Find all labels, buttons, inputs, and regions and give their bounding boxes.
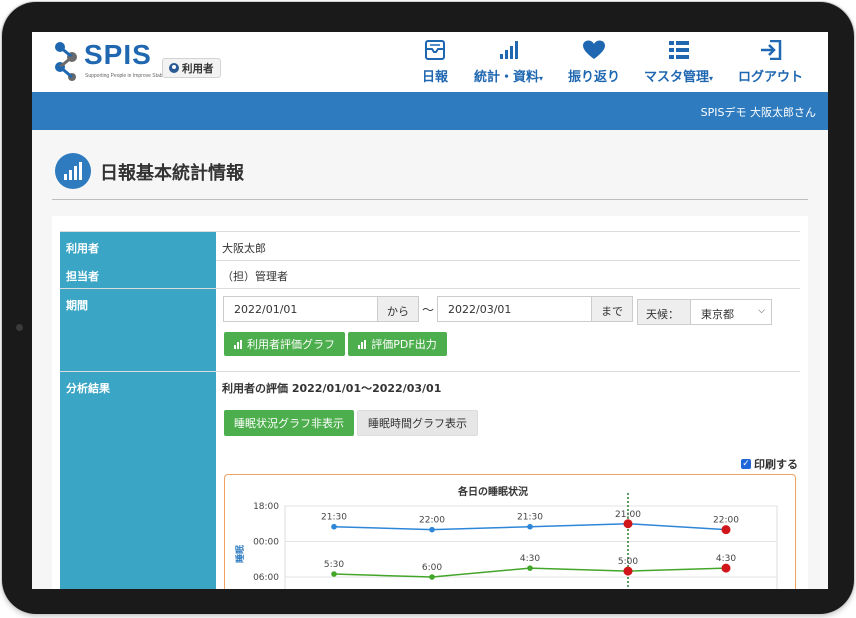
chevron-down-icon: ▾ — [539, 74, 544, 83]
chart-data-label: 4:30 — [520, 554, 540, 564]
nav-statistics-label: 統計・資料 — [474, 70, 540, 85]
date-from-input[interactable]: 2022/01/01 — [223, 296, 378, 322]
to-addon: まで — [591, 296, 633, 322]
hide-sleep-graph-label: 睡眠状況グラフ非表示 — [234, 417, 344, 430]
user-evaluation-graph-button[interactable]: 利用者評価グラフ — [224, 332, 345, 356]
bar-chart-icon — [499, 41, 518, 59]
weather-select[interactable]: 東京都 ⌵ — [690, 299, 772, 325]
screen: SPIS Supporting People in Improve Stabil… — [32, 32, 828, 589]
date-to-input[interactable]: 2022/03/01 — [437, 296, 592, 322]
heart-icon — [583, 40, 605, 59]
chart-data-point — [721, 563, 731, 573]
show-sleep-time-graph-button[interactable]: 睡眠時間グラフ表示 — [357, 410, 478, 436]
spis-logo[interactable]: SPIS Supporting People in Improve Stabil… — [50, 39, 180, 85]
staff-value: （担）管理者 — [222, 270, 288, 283]
user-role-label: 利用者 — [182, 62, 214, 75]
chart-data-label: 21:30 — [517, 513, 543, 523]
hide-sleep-graph-button[interactable]: 睡眠状況グラフ非表示 — [224, 410, 354, 436]
evaluation-pdf-label: 評価PDF出力 — [371, 338, 437, 351]
from-addon: から — [377, 296, 419, 322]
weather-value: 東京都 — [701, 308, 734, 321]
chart-y-axis-label: 睡眠 — [234, 545, 246, 563]
nav-daily-report[interactable]: 日報 — [422, 40, 448, 85]
list-icon — [668, 41, 689, 59]
analysis-heading: 利用者の評価 2022/01/01～2022/03/01 — [222, 382, 442, 395]
daily-report-icon — [425, 40, 445, 60]
logout-icon — [760, 40, 781, 60]
logo-mark-icon — [55, 42, 77, 81]
nav-logout[interactable]: ログアウト — [738, 40, 803, 85]
chart-y-tick-label: 00:00 — [253, 538, 279, 548]
evaluation-pdf-button[interactable]: 評価PDF出力 — [348, 332, 447, 356]
chart-data-point — [331, 571, 337, 577]
staff-label: 担当者 — [60, 260, 216, 288]
app-header: SPIS Supporting People in Improve Stabil… — [32, 32, 828, 92]
nav-logout-label: ログアウト — [738, 70, 804, 85]
user-info-bar: SPISデモ 大阪太郎さん — [32, 92, 828, 130]
chart-data-point — [429, 526, 435, 533]
nav-review[interactable]: 振り返り — [568, 40, 620, 85]
row-staff: 担当者 （担）管理者 — [60, 260, 800, 289]
page-title: 日報基本統計情報 — [100, 163, 244, 184]
camera-dot — [16, 324, 23, 331]
bar-chart-icon — [234, 339, 244, 349]
chart-data-label: 5:30 — [324, 560, 344, 570]
row-analysis: 分析結果 利用者の評価 2022/01/01～2022/03/01 睡眠状況グラ… — [60, 372, 800, 589]
chart-data-label: 6:00 — [422, 563, 442, 573]
chart-data-point — [623, 519, 633, 529]
print-label: 印刷する — [754, 458, 798, 471]
user-value: 大阪太郎 — [222, 242, 266, 255]
nav-daily-report-label: 日報 — [422, 70, 449, 85]
user-evaluation-graph-label: 利用者評価グラフ — [247, 338, 335, 351]
logo-text: SPIS — [84, 39, 152, 70]
chart-data-label: 22:00 — [419, 516, 445, 526]
chart-data-label: 4:30 — [716, 554, 736, 564]
sleep-chart-panel: 各日の睡眠状況 18:00 00:00 06:00 睡眠 21:30 22:00 21:30… — [224, 474, 796, 589]
chart-data-label: 5:00 — [618, 557, 638, 567]
row-period: 期間 2022/01/01 から ～ 2022/03/01 まで 天候： 東京都… — [60, 289, 800, 372]
show-sleep-time-graph-label: 睡眠時間グラフ表示 — [368, 417, 467, 430]
statistics-title-icon — [55, 153, 91, 189]
chart-data-point — [429, 574, 435, 580]
chart-data-point — [623, 566, 633, 576]
logo-tagline: Supporting People in Improve Stability — [85, 73, 170, 79]
nav-master-label: マスタ管理 — [644, 70, 710, 85]
nav-master[interactable]: マスタ管理▾ — [644, 40, 713, 85]
chart-y-tick-label: 18:00 — [253, 502, 279, 512]
bar-chart-icon — [358, 339, 368, 349]
chart-data-label: 21:30 — [321, 513, 347, 523]
nav-review-label: 振り返り — [568, 70, 621, 85]
print-checkbox[interactable]: ✓ 印刷する — [741, 456, 798, 472]
check-icon: ✓ — [741, 459, 751, 469]
sleep-status-chart: 18:00 00:00 06:00 睡眠 21:30 22:00 21:30 21:00 22:… — [234, 493, 778, 589]
weather-label: 天候： — [637, 299, 691, 325]
user-icon — [169, 63, 179, 73]
stats-form-card: 利用者 大阪太郎 担当者 （担）管理者 期間 2022/01/01 から ～ 2… — [52, 216, 808, 589]
period-label: 期間 — [60, 289, 216, 371]
chart-y-tick-label: 06:00 — [253, 573, 279, 583]
chart-data-point — [527, 523, 533, 530]
chart-data-point — [527, 565, 533, 571]
title-divider — [52, 199, 808, 200]
chart-data-label: 22:00 — [713, 516, 739, 526]
chart-data-point — [721, 525, 731, 535]
range-tilde: ～ — [422, 303, 435, 317]
chevron-down-icon: ▾ — [709, 74, 714, 83]
chart-data-point — [331, 523, 337, 530]
tablet-frame: SPIS Supporting People in Improve Stabil… — [2, 2, 854, 614]
user-label: 利用者 — [60, 232, 216, 260]
current-user-name[interactable]: SPISデモ 大阪太郎さん — [701, 104, 816, 120]
nav-statistics[interactable]: 統計・資料▾ — [474, 40, 543, 85]
user-role-badge: 利用者 — [162, 58, 221, 78]
chevron-down-icon: ⌵ — [758, 306, 765, 316]
analysis-label: 分析結果 — [60, 372, 216, 589]
chart-data-label: 21:00 — [615, 510, 641, 520]
row-user: 利用者 大阪太郎 — [60, 231, 800, 261]
bar-chart-icon — [64, 162, 82, 180]
